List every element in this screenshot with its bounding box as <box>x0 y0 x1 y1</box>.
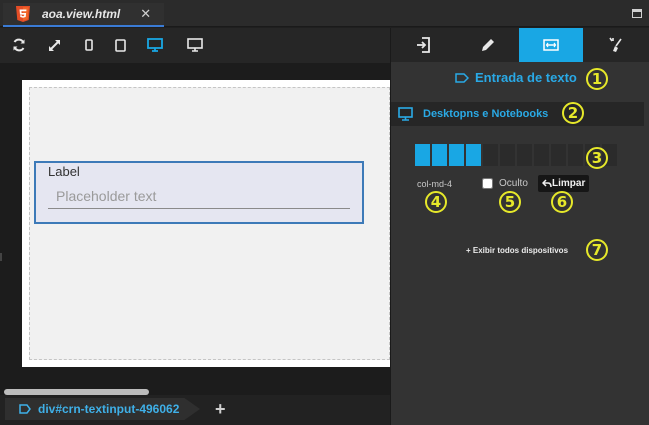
pencil-icon <box>481 38 494 51</box>
design-canvas: Label <box>0 63 390 395</box>
hidden-checkbox[interactable] <box>482 178 493 189</box>
column-cell[interactable] <box>466 144 481 166</box>
tab-events[interactable] <box>391 28 455 62</box>
tag-icon <box>19 404 31 414</box>
left-resize-handle[interactable] <box>0 253 2 261</box>
annotation-marker: 5 <box>499 191 521 213</box>
device-toolbar <box>0 28 390 63</box>
tab-bar: aoa.view.html ✕ <box>0 0 649 27</box>
wide-screen-icon[interactable] <box>186 36 204 54</box>
breadcrumb-element: div#crn-textinput-496062 <box>38 402 180 416</box>
tab-layout[interactable] <box>519 28 583 62</box>
column-cell[interactable] <box>534 144 549 166</box>
column-cell[interactable] <box>415 144 430 166</box>
column-cell[interactable] <box>500 144 515 166</box>
clear-button[interactable]: Limpar <box>538 175 590 192</box>
column-cell[interactable] <box>517 144 532 166</box>
window-icon[interactable] <box>632 9 642 18</box>
bottom-bar: div#crn-textinput-496062 + <box>0 395 390 425</box>
annotation-marker: 1 <box>586 68 608 90</box>
tab-style[interactable] <box>583 28 647 62</box>
annotation-marker: 2 <box>562 102 584 124</box>
input-label: Label <box>48 164 80 179</box>
tab-edit[interactable] <box>455 28 519 62</box>
login-icon <box>417 37 430 53</box>
refresh-icon[interactable] <box>10 36 28 54</box>
properties-panel: Entrada de texto Desktopns e Notebooks c… <box>390 28 649 425</box>
annotation-marker: 7 <box>586 239 608 261</box>
page-preview: Label <box>22 80 390 367</box>
add-element-button[interactable]: + <box>215 399 226 420</box>
column-class: col-md-4 <box>417 179 453 189</box>
expand-icon[interactable] <box>45 36 63 54</box>
resize-horizontal-icon <box>543 39 559 51</box>
phone-icon[interactable] <box>80 36 98 54</box>
text-input-field[interactable] <box>48 184 350 209</box>
section-header: Desktopns e Notebooks <box>391 102 644 126</box>
tag-icon <box>455 72 469 83</box>
desktop-icon <box>398 107 413 121</box>
undo-icon <box>542 179 552 188</box>
component-name: Entrada de texto <box>475 70 577 85</box>
tab-title: aoa.view.html <box>42 7 121 21</box>
annotation-marker: 3 <box>586 147 608 169</box>
clear-label: Limpar <box>552 178 586 189</box>
annotation-marker: 6 <box>551 191 573 213</box>
hidden-toggle[interactable]: Oculto <box>482 178 528 189</box>
component-title: Entrada de texto <box>455 70 577 85</box>
close-icon[interactable]: ✕ <box>140 6 151 22</box>
panel-tabs <box>391 28 649 62</box>
breadcrumb[interactable]: div#crn-textinput-496062 <box>5 398 200 420</box>
column-cell[interactable] <box>449 144 464 166</box>
column-cell[interactable] <box>551 144 566 166</box>
file-tab[interactable]: aoa.view.html ✕ <box>3 3 164 27</box>
annotation-marker: 4 <box>425 191 447 213</box>
html5-icon <box>16 6 30 22</box>
container-drop-zone[interactable]: Label <box>29 87 390 360</box>
text-input-component[interactable]: Label <box>34 161 364 224</box>
section-title: Desktopns e Notebooks <box>423 108 549 120</box>
column-cell[interactable] <box>432 144 447 166</box>
desktop-icon[interactable] <box>146 36 164 54</box>
column-cell[interactable] <box>568 144 583 166</box>
brush-icon <box>608 37 622 52</box>
column-cell[interactable] <box>483 144 498 166</box>
show-all-devices-link[interactable]: + Exibir todos dispositivos <box>466 246 568 255</box>
tablet-icon[interactable] <box>111 36 129 54</box>
hidden-label: Oculto <box>499 178 528 189</box>
